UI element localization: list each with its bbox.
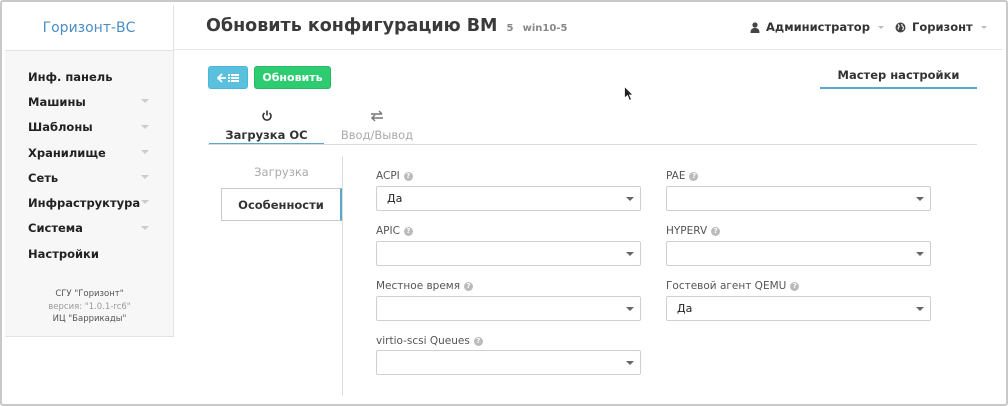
user-icon [750,21,760,33]
dropdown-arrow-icon [916,252,924,256]
field-label-text: PAE [666,170,686,182]
hyperv-select[interactable] [666,241,931,266]
sidebar-item-label: Сеть [28,170,59,185]
field-label-text: Гостевой агент QEMU [666,280,787,292]
page-header: Обновить конфигурацию ВМ 5 win10-5 Админ… [174,5,1003,50]
sidebar-item-label: Шаблоны [28,120,93,135]
mouse-cursor-icon [624,86,634,102]
field-label-text: Местное время [376,280,461,292]
chevron-down-icon [141,124,149,129]
field-label-text: ACPI [376,170,400,182]
dropdown-arrow-icon [626,361,634,365]
user-menu[interactable]: Администратор [750,20,884,34]
sidebar-item-storage[interactable]: Хранилище [5,140,173,165]
sidebar-item-system[interactable]: Система [5,216,173,241]
sidebar-item-label: Машины [28,94,86,109]
page-title-text: Обновить конфигурацию ВМ [206,16,498,36]
sidebar-nav: Инф. панель Машины Шаблоны Хранилище Сет… [5,51,173,266]
back-to-list-icon [217,72,239,83]
help-icon[interactable]: ? [403,226,413,236]
field-label-text: virtio-scsi Queues [376,335,470,347]
dropdown-arrow-icon [916,307,924,311]
select-value: Да [387,192,403,205]
chevron-down-icon [141,99,149,104]
chevron-down-icon [141,225,149,230]
pae-label: PAE ? [666,170,699,182]
subtab-features[interactable]: Особенности [221,188,342,221]
help-icon[interactable]: ? [464,281,474,291]
app-window: Горизонт-ВС Инф. панель Машины Шаблоны Х… [0,0,1008,406]
power-icon [261,110,272,121]
back-to-list-button[interactable] [208,66,248,89]
help-icon[interactable]: ? [711,226,721,236]
qemu-agent-select[interactable]: Да [666,296,931,321]
dropdown-arrow-icon [626,307,634,311]
tab-label: Ввод/Вывод [340,128,414,142]
brand-logo[interactable]: Горизонт-ВС [5,5,173,51]
acpi-label: ACPI ? [376,170,413,182]
chevron-down-icon [141,149,149,154]
company-name: ИЦ "Баррикады" [52,314,127,324]
vm-id: 5 [506,23,514,34]
sidebar-item-label: Настройки [28,246,99,261]
user-name: Администратор [766,20,870,34]
sidebar-item-settings[interactable]: Настройки [5,241,173,266]
sidebar-item-network[interactable]: Сеть [5,165,173,190]
org-name: Горизонт [912,20,973,34]
subtab-divider [342,156,343,396]
sidebar-item-infrastructure[interactable]: Инфраструктура [5,190,173,215]
help-icon[interactable]: ? [790,281,800,291]
help-icon[interactable]: ? [473,336,483,346]
chevron-down-icon [877,25,884,29]
field-label-text: HYPERV [666,225,708,237]
sidebar-footer: СГУ "Горизонт" версия: "1.0.1-rc6" ИЦ "Б… [5,288,174,326]
sidebar-item-dashboard[interactable]: Инф. панель [5,64,173,89]
tab-boot-os[interactable]: Загрузка ОС [209,110,324,145]
sidebar-item-label: Инфраструктура [28,196,141,211]
chevron-down-icon [141,200,149,205]
org-menu[interactable]: Горизонт [895,20,987,34]
tab-label: Загрузка ОС [225,128,308,142]
dropdown-arrow-icon [916,197,924,201]
acpi-select[interactable]: Да [376,186,641,211]
select-value: Да [677,302,693,315]
vm-name: win10-5 [522,23,568,34]
virtio-scsi-label: virtio-scsi Queues ? [376,335,483,347]
sidebar-item-label: Инф. панель [28,69,113,84]
version-text: версия: "1.0.1-rc6" [48,301,131,312]
update-button[interactable]: Обновить [254,66,331,89]
virtio-scsi-select[interactable] [376,350,641,375]
apic-label: APIC ? [376,225,413,237]
wizard-tab[interactable]: Мастер настройки [820,62,977,89]
help-icon[interactable]: ? [403,171,413,181]
pae-select[interactable] [666,186,931,211]
page-title: Обновить конфигурацию ВМ 5 win10-5 [206,16,567,36]
hyperv-label: HYPERV ? [666,225,721,237]
field-label-text: APIC [376,225,400,237]
sidebar: Горизонт-ВС Инф. панель Машины Шаблоны Х… [5,5,174,337]
tabs-divider [208,144,977,145]
apic-select[interactable] [376,241,641,266]
qemu-agent-label: Гостевой агент QEMU ? [666,280,800,292]
tab-io[interactable]: Ввод/Вывод [336,110,418,145]
subtab-boot[interactable]: Загрузка [221,158,342,186]
product-name: СГУ "Горизонт" [55,289,124,299]
sidebar-item-templates[interactable]: Шаблоны [5,115,173,140]
help-icon[interactable]: ? [689,171,699,181]
localtime-label: Местное время ? [376,280,474,292]
dropdown-arrow-icon [626,197,634,201]
sidebar-item-label: Хранилище [28,145,106,160]
sidebar-item-machines[interactable]: Машины [5,89,173,114]
exchange-icon [371,110,383,122]
localtime-select[interactable] [376,296,641,321]
dropdown-arrow-icon [626,252,634,256]
chevron-down-icon [141,175,149,180]
globe-icon [895,22,906,32]
sidebar-item-label: Система [28,221,83,236]
chevron-down-icon [980,25,987,29]
